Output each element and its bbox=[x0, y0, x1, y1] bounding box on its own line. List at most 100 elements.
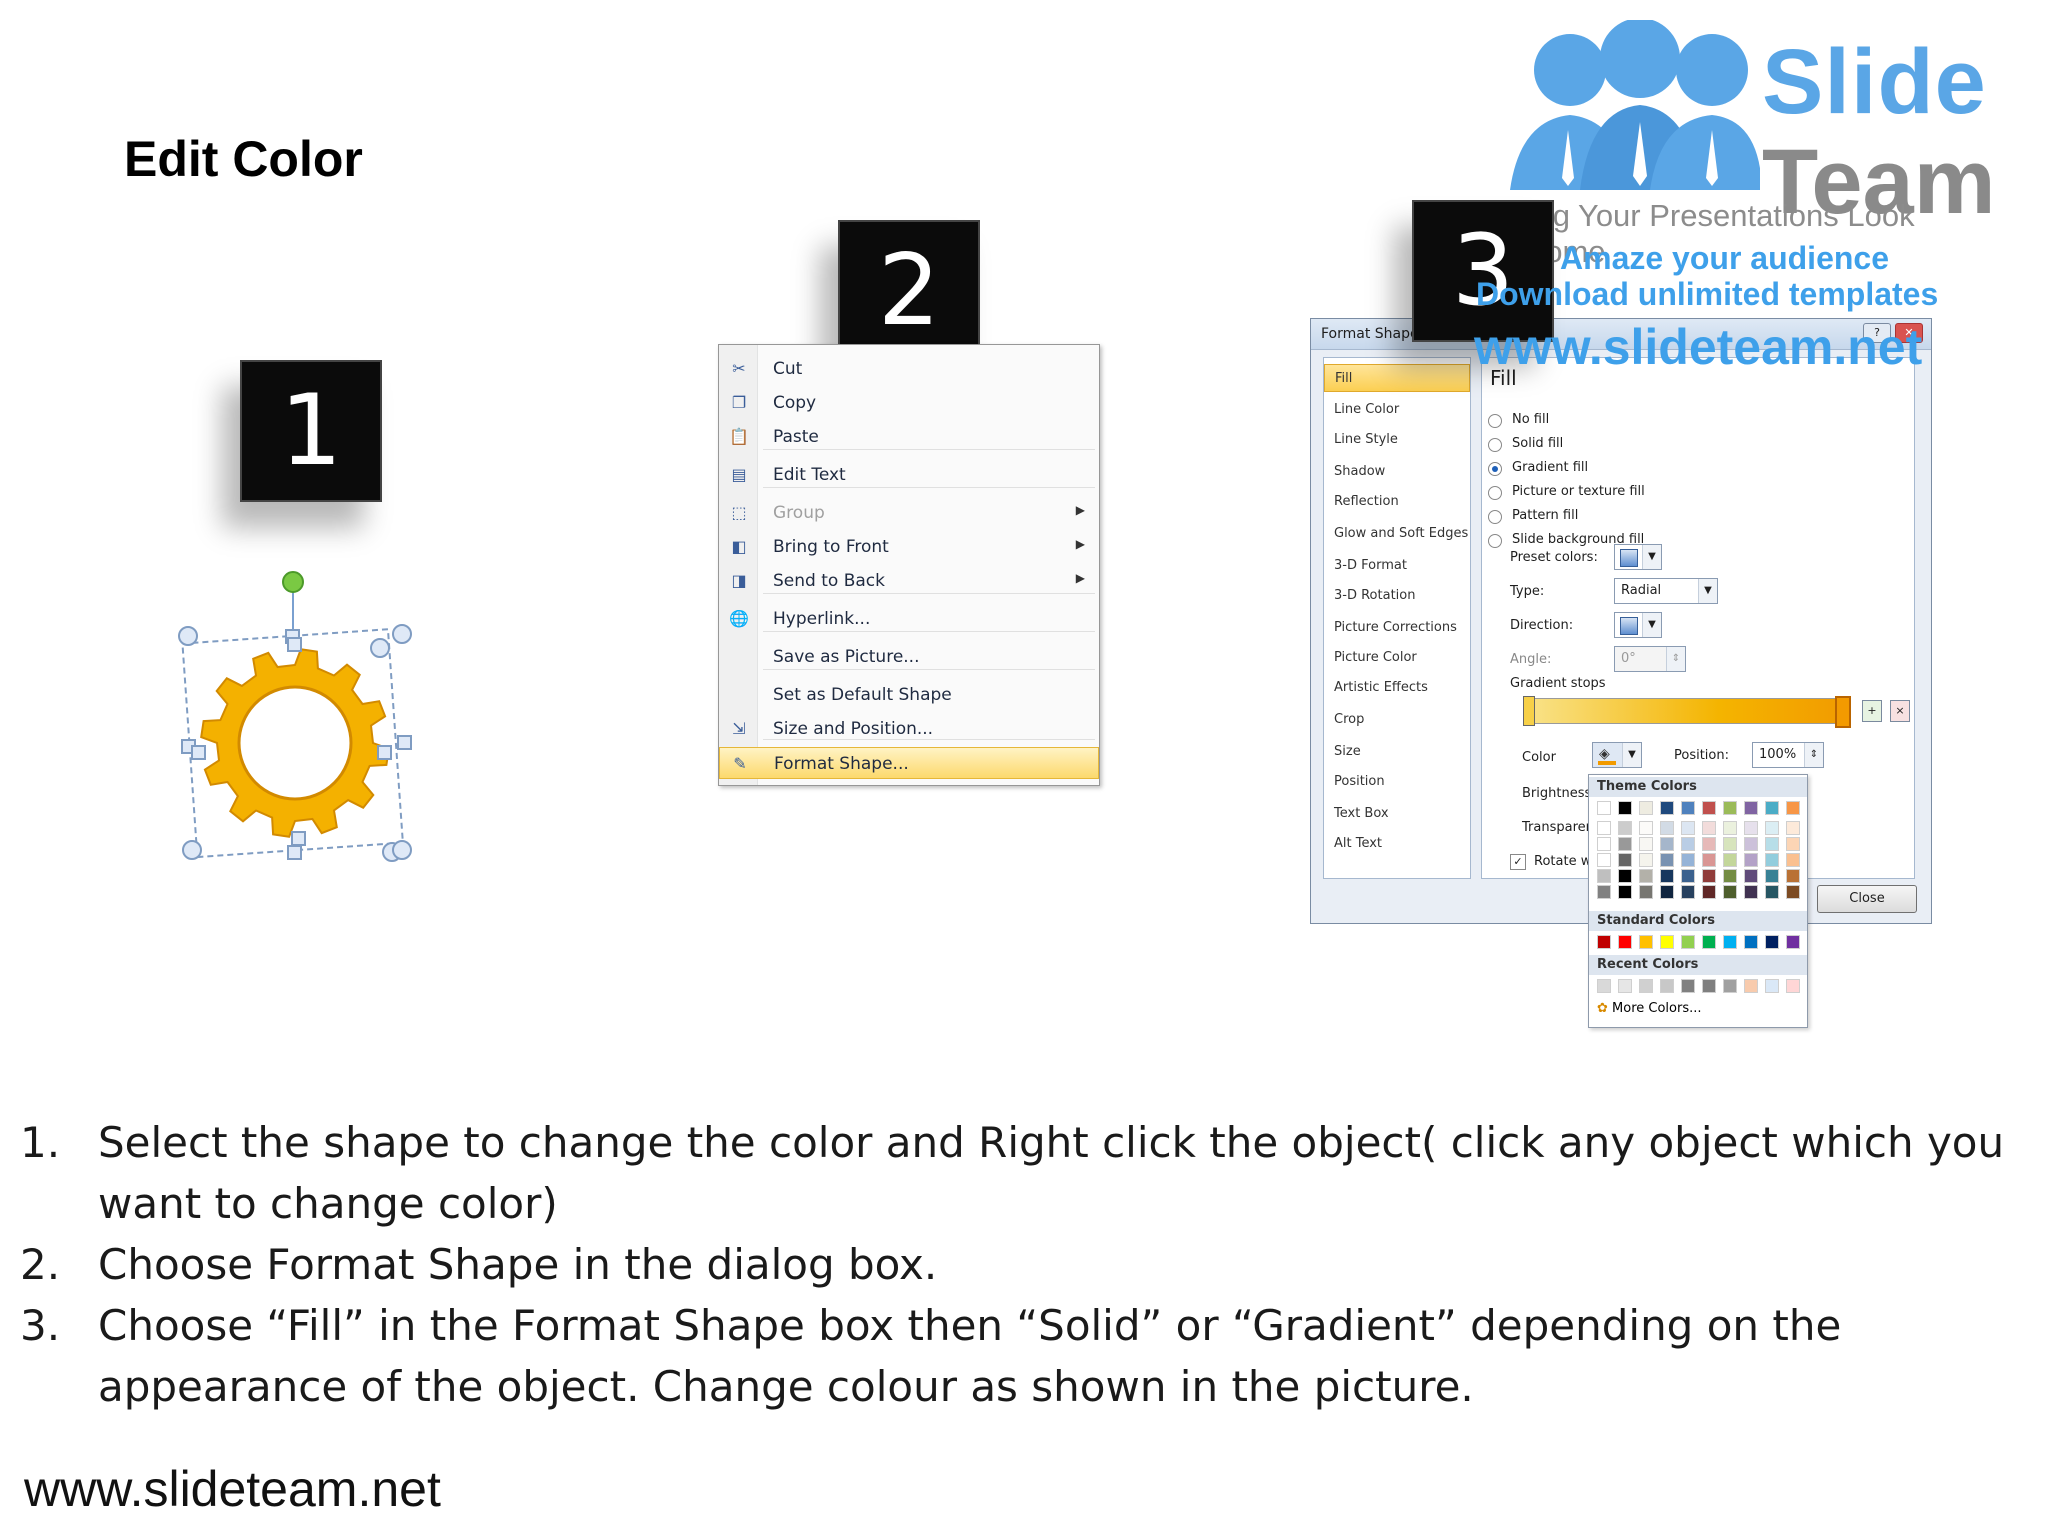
theme-color-swatch[interactable] bbox=[1639, 821, 1653, 835]
theme-color-swatch[interactable] bbox=[1618, 821, 1632, 835]
standard-color-swatch[interactable] bbox=[1639, 935, 1653, 949]
standard-color-swatch[interactable] bbox=[1597, 935, 1611, 949]
sidebar-item-position[interactable]: Position bbox=[1324, 768, 1470, 796]
fill-radio-slide-background-fill[interactable] bbox=[1488, 534, 1502, 548]
fill-radio-solid-fill[interactable] bbox=[1488, 438, 1502, 452]
theme-color-swatch[interactable] bbox=[1639, 837, 1653, 851]
type-dropdown[interactable]: Radial ▼ bbox=[1614, 578, 1718, 604]
fill-radio-no-fill[interactable] bbox=[1488, 414, 1502, 428]
theme-color-swatch[interactable] bbox=[1723, 821, 1737, 835]
fill-radio-gradient-fill[interactable] bbox=[1488, 462, 1502, 476]
sidebar-item-picture-corrections[interactable]: Picture Corrections bbox=[1324, 614, 1470, 642]
theme-color-swatch[interactable] bbox=[1723, 837, 1737, 851]
theme-color-swatch[interactable] bbox=[1723, 885, 1737, 899]
sidebar-item-text-box[interactable]: Text Box bbox=[1324, 800, 1470, 828]
sidebar-item-alt-text[interactable]: Alt Text bbox=[1324, 830, 1470, 858]
more-colors-item[interactable]: ✿ More Colors... bbox=[1597, 1001, 1702, 1016]
theme-color-swatch[interactable] bbox=[1786, 869, 1800, 883]
theme-color-swatch[interactable] bbox=[1786, 837, 1800, 851]
sidebar-item-shadow[interactable]: Shadow bbox=[1324, 458, 1470, 486]
theme-color-swatch[interactable] bbox=[1702, 837, 1716, 851]
recent-color-swatch[interactable] bbox=[1744, 979, 1758, 993]
fill-radio-picture-or-texture-fill[interactable] bbox=[1488, 486, 1502, 500]
theme-color-swatch[interactable] bbox=[1639, 801, 1653, 815]
standard-color-swatch[interactable] bbox=[1765, 935, 1779, 949]
theme-color-swatch[interactable] bbox=[1744, 801, 1758, 815]
recent-color-swatch[interactable] bbox=[1681, 979, 1695, 993]
recent-color-swatch[interactable] bbox=[1786, 979, 1800, 993]
theme-color-swatch[interactable] bbox=[1702, 853, 1716, 867]
theme-color-swatch[interactable] bbox=[1681, 837, 1695, 851]
sidebar-item-size[interactable]: Size bbox=[1324, 738, 1470, 766]
menu-item-format-shape[interactable]: ✎ Format Shape... bbox=[719, 747, 1099, 779]
theme-color-swatch[interactable] bbox=[1723, 801, 1737, 815]
theme-color-swatch[interactable] bbox=[1723, 869, 1737, 883]
standard-color-swatch[interactable] bbox=[1786, 935, 1800, 949]
menu-item-bring-to-front[interactable]: ◧ Bring to Front ▶ bbox=[719, 531, 1099, 563]
remove-stop-icon[interactable]: × bbox=[1890, 700, 1910, 722]
theme-color-swatch[interactable] bbox=[1723, 853, 1737, 867]
theme-color-swatch[interactable] bbox=[1597, 853, 1611, 867]
theme-color-swatch[interactable] bbox=[1660, 801, 1674, 815]
theme-color-swatch[interactable] bbox=[1597, 821, 1611, 835]
theme-color-swatch[interactable] bbox=[1639, 853, 1653, 867]
recent-color-swatch[interactable] bbox=[1618, 979, 1632, 993]
recent-color-swatch[interactable] bbox=[1639, 979, 1653, 993]
theme-color-swatch[interactable] bbox=[1618, 801, 1632, 815]
theme-color-swatch[interactable] bbox=[1660, 837, 1674, 851]
theme-color-swatch[interactable] bbox=[1618, 869, 1632, 883]
standard-color-swatch[interactable] bbox=[1618, 935, 1632, 949]
theme-color-swatch[interactable] bbox=[1702, 821, 1716, 835]
theme-color-swatch[interactable] bbox=[1786, 801, 1800, 815]
theme-color-swatch[interactable] bbox=[1702, 885, 1716, 899]
sidebar-item-picture-color[interactable]: Picture Color bbox=[1324, 644, 1470, 672]
standard-color-swatch[interactable] bbox=[1681, 935, 1695, 949]
theme-color-swatch[interactable] bbox=[1660, 885, 1674, 899]
add-stop-icon[interactable]: + bbox=[1862, 700, 1882, 722]
theme-color-swatch[interactable] bbox=[1681, 869, 1695, 883]
recent-color-swatch[interactable] bbox=[1702, 979, 1716, 993]
sidebar-item-artistic-effects[interactable]: Artistic Effects bbox=[1324, 674, 1470, 702]
theme-color-swatch[interactable] bbox=[1681, 853, 1695, 867]
theme-color-swatch[interactable] bbox=[1702, 869, 1716, 883]
recent-color-swatch[interactable] bbox=[1765, 979, 1779, 993]
preset-colors-dropdown[interactable]: ▼ bbox=[1614, 544, 1662, 570]
rotate-checkbox[interactable]: ✓ bbox=[1510, 854, 1526, 870]
theme-color-swatch[interactable] bbox=[1597, 869, 1611, 883]
position-stepper[interactable]: 100% ⇕ bbox=[1752, 742, 1824, 768]
theme-color-swatch[interactable] bbox=[1744, 837, 1758, 851]
theme-color-swatch[interactable] bbox=[1681, 885, 1695, 899]
theme-color-swatch[interactable] bbox=[1765, 801, 1779, 815]
selected-gear-shape[interactable] bbox=[170, 568, 420, 868]
recent-color-swatch[interactable] bbox=[1660, 979, 1674, 993]
menu-item-cut[interactable]: ✂ Cut bbox=[719, 353, 1099, 385]
gradient-stops-bar[interactable] bbox=[1523, 696, 1851, 728]
close-button[interactable]: Close bbox=[1817, 885, 1917, 913]
theme-color-swatch[interactable] bbox=[1618, 853, 1632, 867]
theme-color-swatch[interactable] bbox=[1597, 801, 1611, 815]
menu-item-set-as-default-shape[interactable]: Set as Default Shape bbox=[719, 679, 1099, 711]
sidebar-item-fill[interactable]: Fill bbox=[1324, 364, 1470, 392]
theme-color-swatch[interactable] bbox=[1660, 869, 1674, 883]
direction-dropdown[interactable]: ▼ bbox=[1614, 612, 1662, 638]
menu-item-size-and-position[interactable]: ⇲ Size and Position... bbox=[719, 713, 1099, 745]
fill-radio-pattern-fill[interactable] bbox=[1488, 510, 1502, 524]
theme-color-swatch[interactable] bbox=[1765, 869, 1779, 883]
theme-color-swatch[interactable] bbox=[1639, 869, 1653, 883]
theme-color-swatch[interactable] bbox=[1681, 801, 1695, 815]
theme-color-swatch[interactable] bbox=[1702, 801, 1716, 815]
color-dropdown-button[interactable]: ◈ ▼ bbox=[1592, 742, 1642, 768]
sidebar-item-3-d-rotation[interactable]: 3-D Rotation bbox=[1324, 582, 1470, 610]
theme-color-swatch[interactable] bbox=[1786, 853, 1800, 867]
sidebar-item-line-color[interactable]: Line Color bbox=[1324, 396, 1470, 424]
theme-color-swatch[interactable] bbox=[1618, 885, 1632, 899]
standard-color-swatch[interactable] bbox=[1723, 935, 1737, 949]
menu-item-group[interactable]: ⬚ Group ▶ bbox=[719, 497, 1099, 529]
theme-color-swatch[interactable] bbox=[1618, 837, 1632, 851]
standard-color-swatch[interactable] bbox=[1660, 935, 1674, 949]
theme-color-swatch[interactable] bbox=[1660, 853, 1674, 867]
standard-color-swatch[interactable] bbox=[1744, 935, 1758, 949]
theme-color-swatch[interactable] bbox=[1765, 837, 1779, 851]
theme-color-swatch[interactable] bbox=[1786, 885, 1800, 899]
theme-color-swatch[interactable] bbox=[1597, 837, 1611, 851]
